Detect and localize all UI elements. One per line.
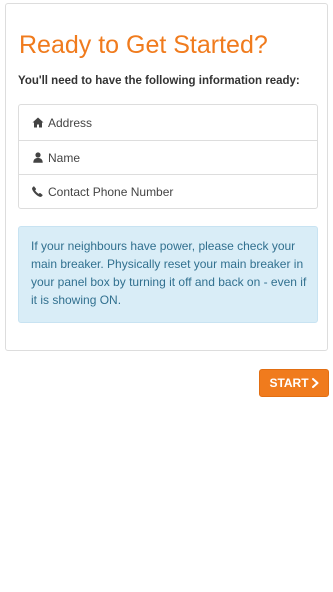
breaker-notice: If your neighbours have power, please ch… xyxy=(18,226,318,323)
start-button-label: START xyxy=(269,376,309,390)
list-item-label: Name xyxy=(48,150,81,165)
chevron-right-icon xyxy=(311,378,319,388)
page-title: Ready to Get Started? xyxy=(19,31,268,59)
required-info-list: Address Name Contact Phone Number xyxy=(18,104,318,209)
list-item-phone: Contact Phone Number xyxy=(19,174,317,208)
page-subtitle: You'll need to have the following inform… xyxy=(18,75,300,87)
home-icon xyxy=(31,116,44,129)
phone-icon xyxy=(31,185,44,198)
user-icon xyxy=(31,151,44,164)
info-card: Ready to Get Started? You'll need to hav… xyxy=(5,3,328,351)
list-item-name: Name xyxy=(19,140,317,174)
list-item-address: Address xyxy=(19,105,317,140)
list-item-label: Address xyxy=(48,115,93,130)
list-item-label: Contact Phone Number xyxy=(48,184,174,199)
start-button[interactable]: START xyxy=(259,369,329,397)
